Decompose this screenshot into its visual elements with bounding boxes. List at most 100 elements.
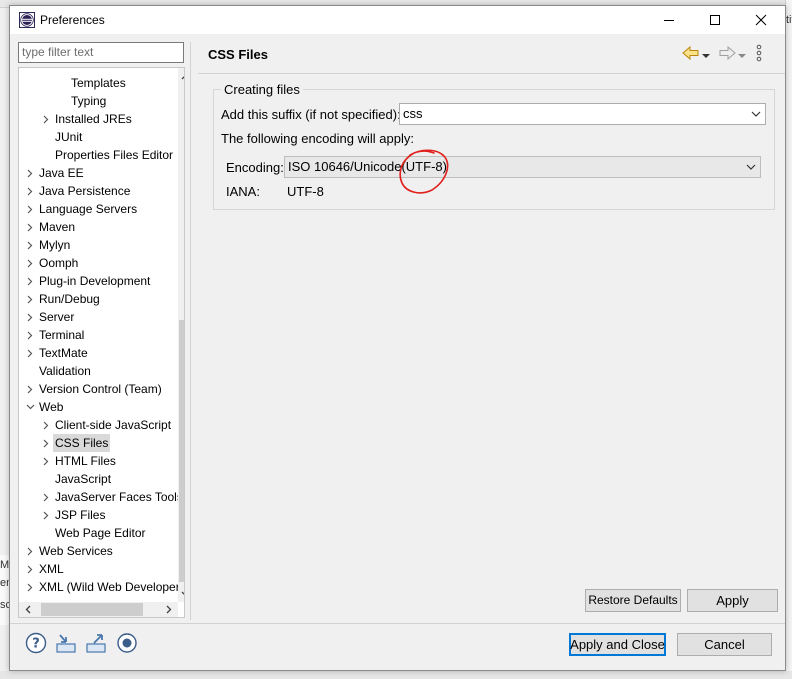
chevron-right-icon[interactable]: [24, 290, 36, 308]
close-button[interactable]: [738, 6, 784, 34]
tree-item-label: Properties Files Editor: [55, 148, 174, 162]
tree-item[interactable]: Client-side JavaScript: [19, 416, 178, 434]
preference-tree: Templates Typing Installed JREs JUnit Proper…: [18, 67, 185, 618]
tree-horizontal-scrollbar[interactable]: [19, 602, 178, 617]
svg-text:?: ?: [32, 637, 40, 652]
tree-item[interactable]: Installed JREs: [19, 110, 178, 128]
tree-item-label: JavaScript: [55, 472, 112, 486]
back-arrow-icon[interactable]: [682, 45, 700, 64]
tree-item[interactable]: JUnit: [19, 128, 178, 146]
chevron-right-icon[interactable]: [24, 200, 36, 218]
restore-defaults-button[interactable]: Restore Defaults: [585, 589, 681, 612]
tree-item[interactable]: HTML Files: [19, 452, 178, 470]
tree-item[interactable]: Language Servers: [19, 200, 178, 218]
view-menu-icon[interactable]: [754, 44, 764, 65]
pane-divider[interactable]: [190, 42, 191, 620]
maximize-button[interactable]: [692, 6, 738, 34]
record-icon[interactable]: [115, 631, 139, 655]
eclipse-app-icon: [19, 12, 35, 28]
chevron-right-icon[interactable]: [40, 110, 52, 128]
apply-button[interactable]: Apply: [687, 589, 778, 612]
scroll-right-arrow-icon[interactable]: [162, 602, 176, 617]
tree-item-label: Installed JREs: [55, 112, 132, 126]
scroll-left-arrow-icon[interactable]: [21, 602, 35, 617]
tree-item[interactable]: JavaServer Faces Tools: [19, 488, 183, 506]
tree-item-label: Run/Debug: [39, 292, 100, 306]
suffix-combo[interactable]: css: [399, 103, 766, 125]
chevron-right-icon[interactable]: [40, 416, 52, 434]
chevron-down-icon[interactable]: [746, 157, 756, 177]
chevron-right-icon[interactable]: [24, 326, 36, 344]
chevron-down-icon[interactable]: [24, 398, 36, 416]
tree-item[interactable]: Java EE: [19, 164, 178, 182]
scroll-up-arrow-icon[interactable]: [178, 71, 184, 83]
tree-item-label: CSS Files: [53, 434, 111, 452]
tree-vertical-scrollbar[interactable]: [178, 68, 184, 602]
scrollbar-thumb[interactable]: [179, 320, 184, 582]
minimize-button[interactable]: [646, 6, 692, 34]
chevron-right-icon[interactable]: [24, 344, 36, 362]
chevron-right-icon[interactable]: [24, 308, 36, 326]
filter-input[interactable]: type filter text: [18, 42, 184, 63]
tree-item[interactable]: Templates: [19, 74, 178, 92]
tree-item[interactable]: Plug-in Development: [19, 272, 178, 290]
tree-item[interactable]: JSP Files: [19, 506, 178, 524]
chevron-right-icon[interactable]: [24, 236, 36, 254]
tree-item[interactable]: CSS Files: [19, 434, 178, 452]
tree-item-label: Web Services: [39, 544, 113, 558]
chevron-right-icon[interactable]: [24, 380, 36, 398]
iana-value: UTF-8: [287, 184, 324, 199]
tree-item[interactable]: Terminal: [19, 326, 178, 344]
chevron-right-icon[interactable]: [24, 182, 36, 200]
tree-item[interactable]: Web: [19, 398, 178, 416]
tree-item[interactable]: XML (Wild Web Developer): [19, 578, 184, 596]
chevron-right-icon[interactable]: [40, 488, 52, 506]
chevron-right-icon[interactable]: [24, 164, 36, 182]
chevron-right-icon[interactable]: [24, 218, 36, 236]
tree-item[interactable]: Web Page Editor: [19, 524, 178, 542]
tree-item[interactable]: Version Control (Team): [19, 380, 178, 398]
apply-and-close-button[interactable]: Apply and Close: [569, 633, 666, 656]
chevron-right-icon[interactable]: [24, 254, 36, 272]
chevron-right-icon[interactable]: [40, 452, 52, 470]
tree-item[interactable]: JavaScript: [19, 470, 178, 488]
chevron-right-icon[interactable]: [24, 272, 36, 290]
tree-item[interactable]: Web Services: [19, 542, 178, 560]
chevron-right-icon[interactable]: [24, 542, 36, 560]
back-menu-chevron-icon[interactable]: [702, 48, 710, 62]
tree-item-label: Typing: [71, 94, 107, 108]
tree-item-label: Oomph: [39, 256, 79, 270]
tree-item[interactable]: Properties Files Editor: [19, 146, 178, 164]
scrollbar-thumb[interactable]: [41, 603, 143, 616]
tree-item-label: XML: [39, 562, 64, 576]
tree-item-label: Java Persistence: [39, 184, 131, 198]
chevron-down-icon[interactable]: [751, 104, 761, 124]
forward-menu-chevron-icon[interactable]: [738, 48, 746, 62]
cancel-button[interactable]: Cancel: [677, 633, 772, 656]
tree-item[interactable]: Maven: [19, 218, 178, 236]
tree-item-label: Maven: [39, 220, 76, 234]
tree-item[interactable]: Validation: [19, 362, 178, 380]
tree-item[interactable]: Run/Debug: [19, 290, 178, 308]
tree-item[interactable]: Java Persistence: [19, 182, 178, 200]
tree-item-label: Language Servers: [39, 202, 138, 216]
export-icon[interactable]: [84, 631, 108, 655]
tree-item[interactable]: TextMate: [19, 344, 178, 362]
chevron-right-icon[interactable]: [24, 578, 36, 596]
encoding-combo[interactable]: ISO 10646/Unicode(UTF-8): [284, 156, 761, 178]
tree-item[interactable]: Typing: [19, 92, 178, 110]
tree-item-label: Web Page Editor: [55, 526, 146, 540]
chevron-right-icon[interactable]: [24, 560, 36, 578]
chevron-right-icon[interactable]: [40, 506, 52, 524]
tree-item[interactable]: Mylyn: [19, 236, 178, 254]
tree-item[interactable]: XML: [19, 560, 178, 578]
chevron-right-icon[interactable]: [40, 434, 52, 452]
help-icon[interactable]: ?: [24, 631, 48, 655]
forward-arrow-icon[interactable]: [718, 45, 736, 64]
import-icon[interactable]: [54, 631, 78, 655]
tree-item-label: JUnit: [55, 130, 83, 144]
tree-item-label: Terminal: [39, 328, 85, 342]
tree-item[interactable]: Oomph: [19, 254, 178, 272]
scroll-down-arrow-icon[interactable]: [178, 588, 184, 600]
tree-item[interactable]: Server: [19, 308, 178, 326]
